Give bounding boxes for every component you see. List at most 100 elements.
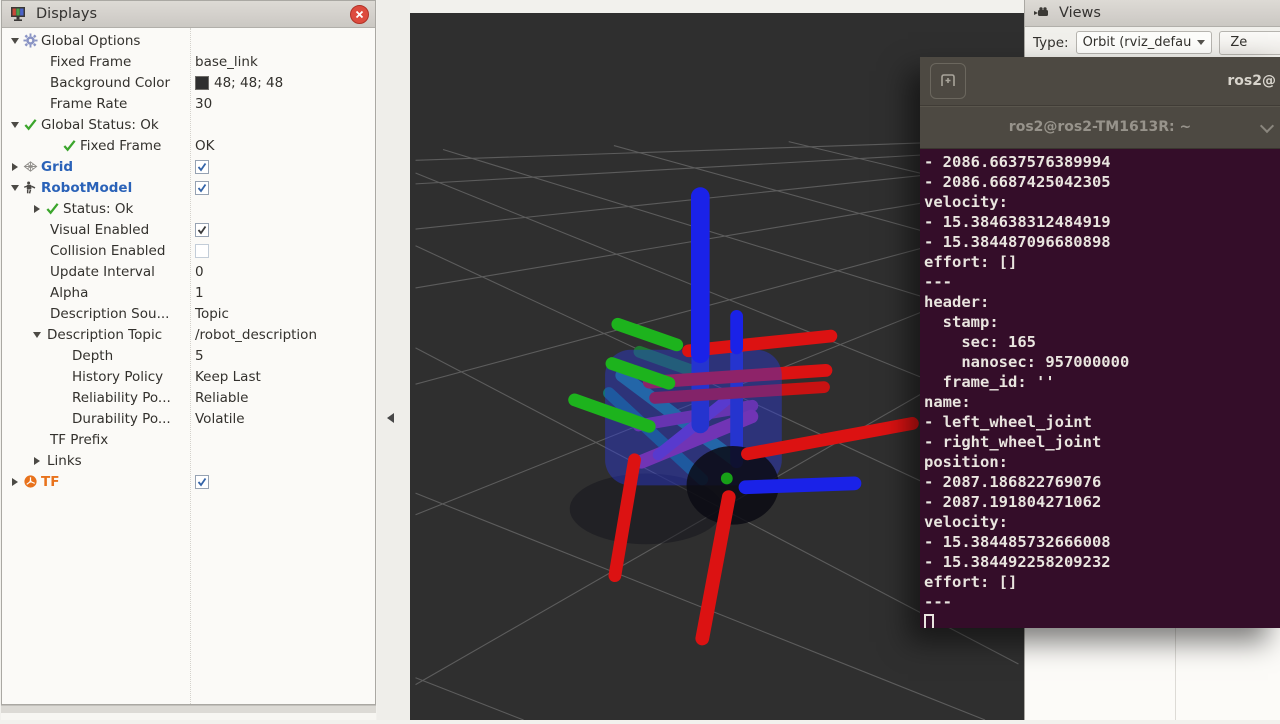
grid-checkbox[interactable] bbox=[195, 160, 209, 174]
row-label: Global Status: Ok bbox=[41, 117, 159, 133]
zero-button-label: Ze bbox=[1230, 35, 1247, 50]
close-icon[interactable] bbox=[350, 5, 369, 24]
terminal-line: sec: 165 bbox=[924, 332, 1280, 352]
row-value: 48; 48; 48 bbox=[214, 75, 283, 91]
tree-row-status-ok[interactable]: Status: Ok bbox=[2, 198, 375, 219]
expander-closed-icon[interactable] bbox=[8, 475, 21, 488]
terminal-line: - 2086.6687425042305 bbox=[924, 172, 1280, 192]
lower-panel-edge bbox=[1, 713, 376, 720]
terminal-line: --- bbox=[924, 272, 1280, 292]
row-label: Reliability Po... bbox=[72, 390, 171, 406]
row-value[interactable]: 0 bbox=[195, 261, 204, 282]
tree-row-tf[interactable]: TF bbox=[2, 471, 375, 492]
expander-open-icon[interactable] bbox=[8, 181, 21, 194]
row-value[interactable]: 5 bbox=[195, 345, 204, 366]
color-swatch bbox=[195, 76, 209, 90]
tf-icon bbox=[23, 474, 38, 489]
tab-menu-chevron-icon[interactable] bbox=[1260, 119, 1274, 133]
tree-row-visual-enabled[interactable]: Visual Enabled bbox=[2, 219, 375, 240]
dock-splitter[interactable] bbox=[377, 0, 410, 720]
views-panel-header[interactable]: Views bbox=[1025, 0, 1280, 27]
terminal-headerbar[interactable]: ros2@ bbox=[920, 57, 1280, 106]
row-label: Alpha bbox=[50, 285, 88, 301]
tree-row-description-source[interactable]: Description Sou... Topic bbox=[2, 303, 375, 324]
robot-icon bbox=[23, 180, 38, 195]
row-value[interactable]: Volatile bbox=[195, 408, 245, 429]
tree-row-update-interval[interactable]: Update Interval 0 bbox=[2, 261, 375, 282]
tree-row-robotmodel[interactable]: RobotModel bbox=[2, 177, 375, 198]
terminal-line: stamp: bbox=[924, 312, 1280, 332]
terminal-line: header: bbox=[924, 292, 1280, 312]
tree-row-global-options[interactable]: Global Options bbox=[2, 30, 375, 51]
tree-row-alpha[interactable]: Alpha 1 bbox=[2, 282, 375, 303]
tree-row-description-topic[interactable]: Description Topic /robot_description bbox=[2, 324, 375, 345]
terminal-line: - 2087.186822769076 bbox=[924, 472, 1280, 492]
terminal-line: - 15.384487096680898 bbox=[924, 232, 1280, 252]
row-value[interactable]: /robot_description bbox=[195, 324, 317, 345]
new-tab-button[interactable] bbox=[930, 63, 966, 99]
displays-panel-header[interactable]: Displays bbox=[2, 1, 375, 28]
new-tab-icon bbox=[939, 72, 957, 90]
terminal-output[interactable]: - 2086.6637576389994 - 2086.668742504230… bbox=[920, 149, 1280, 628]
tree-row-links[interactable]: Links bbox=[2, 450, 375, 471]
row-value[interactable]: 30 bbox=[195, 93, 212, 114]
expander-closed-icon[interactable] bbox=[30, 202, 43, 215]
row-value[interactable]: 1 bbox=[195, 282, 204, 303]
view-type-dropdown[interactable]: Orbit (rviz_defau bbox=[1076, 31, 1213, 54]
robotmodel-checkbox[interactable] bbox=[195, 181, 209, 195]
terminal-line: velocity: bbox=[924, 192, 1280, 212]
collision-enabled-checkbox[interactable] bbox=[195, 244, 209, 258]
tree-row-collision-enabled[interactable]: Collision Enabled bbox=[2, 240, 375, 261]
terminal-line: velocity: bbox=[924, 512, 1280, 532]
type-label: Type: bbox=[1033, 35, 1069, 51]
tree-row-depth[interactable]: Depth 5 bbox=[2, 345, 375, 366]
row-label: Links bbox=[47, 453, 82, 469]
terminal-line: - 15.384638312484919 bbox=[924, 212, 1280, 232]
row-label: Collision Enabled bbox=[50, 243, 165, 259]
panel-collapse-arrow-icon[interactable] bbox=[387, 413, 394, 423]
displays-tree: Global Options Fixed Frame base_link Bac… bbox=[2, 28, 375, 704]
terminal-line: name: bbox=[924, 392, 1280, 412]
terminal-line: - left_wheel_joint bbox=[924, 412, 1280, 432]
expander-closed-icon[interactable] bbox=[8, 160, 21, 173]
row-label: Visual Enabled bbox=[50, 222, 149, 238]
row-label: Global Options bbox=[41, 33, 140, 49]
tree-row-history-policy[interactable]: History Policy Keep Last bbox=[2, 366, 375, 387]
terminal-window: ros2@ ros2@ros2-TM1613R: ~ - 2086.663757… bbox=[920, 57, 1280, 628]
check-ok-icon bbox=[45, 201, 60, 216]
tree-row-global-status[interactable]: Global Status: Ok bbox=[2, 114, 375, 135]
zero-button[interactable]: Ze bbox=[1219, 31, 1280, 55]
tree-row-fixed-frame-status[interactable]: Fixed Frame OK bbox=[2, 135, 375, 156]
tf-checkbox[interactable] bbox=[195, 475, 209, 489]
tree-row-frame-rate[interactable]: Frame Rate 30 bbox=[2, 93, 375, 114]
terminal-line: --- bbox=[924, 592, 1280, 612]
row-value[interactable]: Keep Last bbox=[195, 366, 261, 387]
expander-open-icon[interactable] bbox=[8, 34, 21, 47]
visual-enabled-checkbox[interactable] bbox=[195, 223, 209, 237]
tree-row-grid[interactable]: Grid bbox=[2, 156, 375, 177]
expander-open-icon[interactable] bbox=[8, 118, 21, 131]
expander-open-icon[interactable] bbox=[30, 328, 43, 341]
row-label: Fixed Frame bbox=[80, 138, 161, 154]
row-label: Depth bbox=[72, 348, 113, 364]
row-value[interactable]: Topic bbox=[195, 303, 229, 324]
terminal-line: - 2087.191804271062 bbox=[924, 492, 1280, 512]
terminal-cursor bbox=[924, 614, 934, 628]
tree-row-tf-prefix[interactable]: TF Prefix bbox=[2, 429, 375, 450]
check-ok-icon bbox=[62, 138, 77, 153]
tree-row-reliability-policy[interactable]: Reliability Po... Reliable bbox=[2, 387, 375, 408]
row-value: OK bbox=[195, 135, 214, 156]
tree-row-background-color[interactable]: Background Color 48; 48; 48 bbox=[2, 72, 375, 93]
gear-icon bbox=[23, 33, 38, 48]
chevron-down-icon bbox=[1197, 40, 1205, 45]
terminal-line: - 15.384492258209232 bbox=[924, 552, 1280, 572]
row-value[interactable]: base_link bbox=[195, 51, 258, 72]
tree-row-durability-policy[interactable]: Durability Po... Volatile bbox=[2, 408, 375, 429]
terminal-line: nanosec: 957000000 bbox=[924, 352, 1280, 372]
terminal-tab[interactable]: ros2@ros2-TM1613R: ~ bbox=[1009, 119, 1191, 135]
expander-closed-icon[interactable] bbox=[30, 454, 43, 467]
tree-row-fixed-frame[interactable]: Fixed Frame base_link bbox=[2, 51, 375, 72]
row-value[interactable]: Reliable bbox=[195, 387, 248, 408]
displays-panel: Displays Global Options Fixed Frame base… bbox=[1, 0, 376, 705]
views-type-row: Type: Orbit (rviz_defau Ze bbox=[1025, 27, 1280, 59]
